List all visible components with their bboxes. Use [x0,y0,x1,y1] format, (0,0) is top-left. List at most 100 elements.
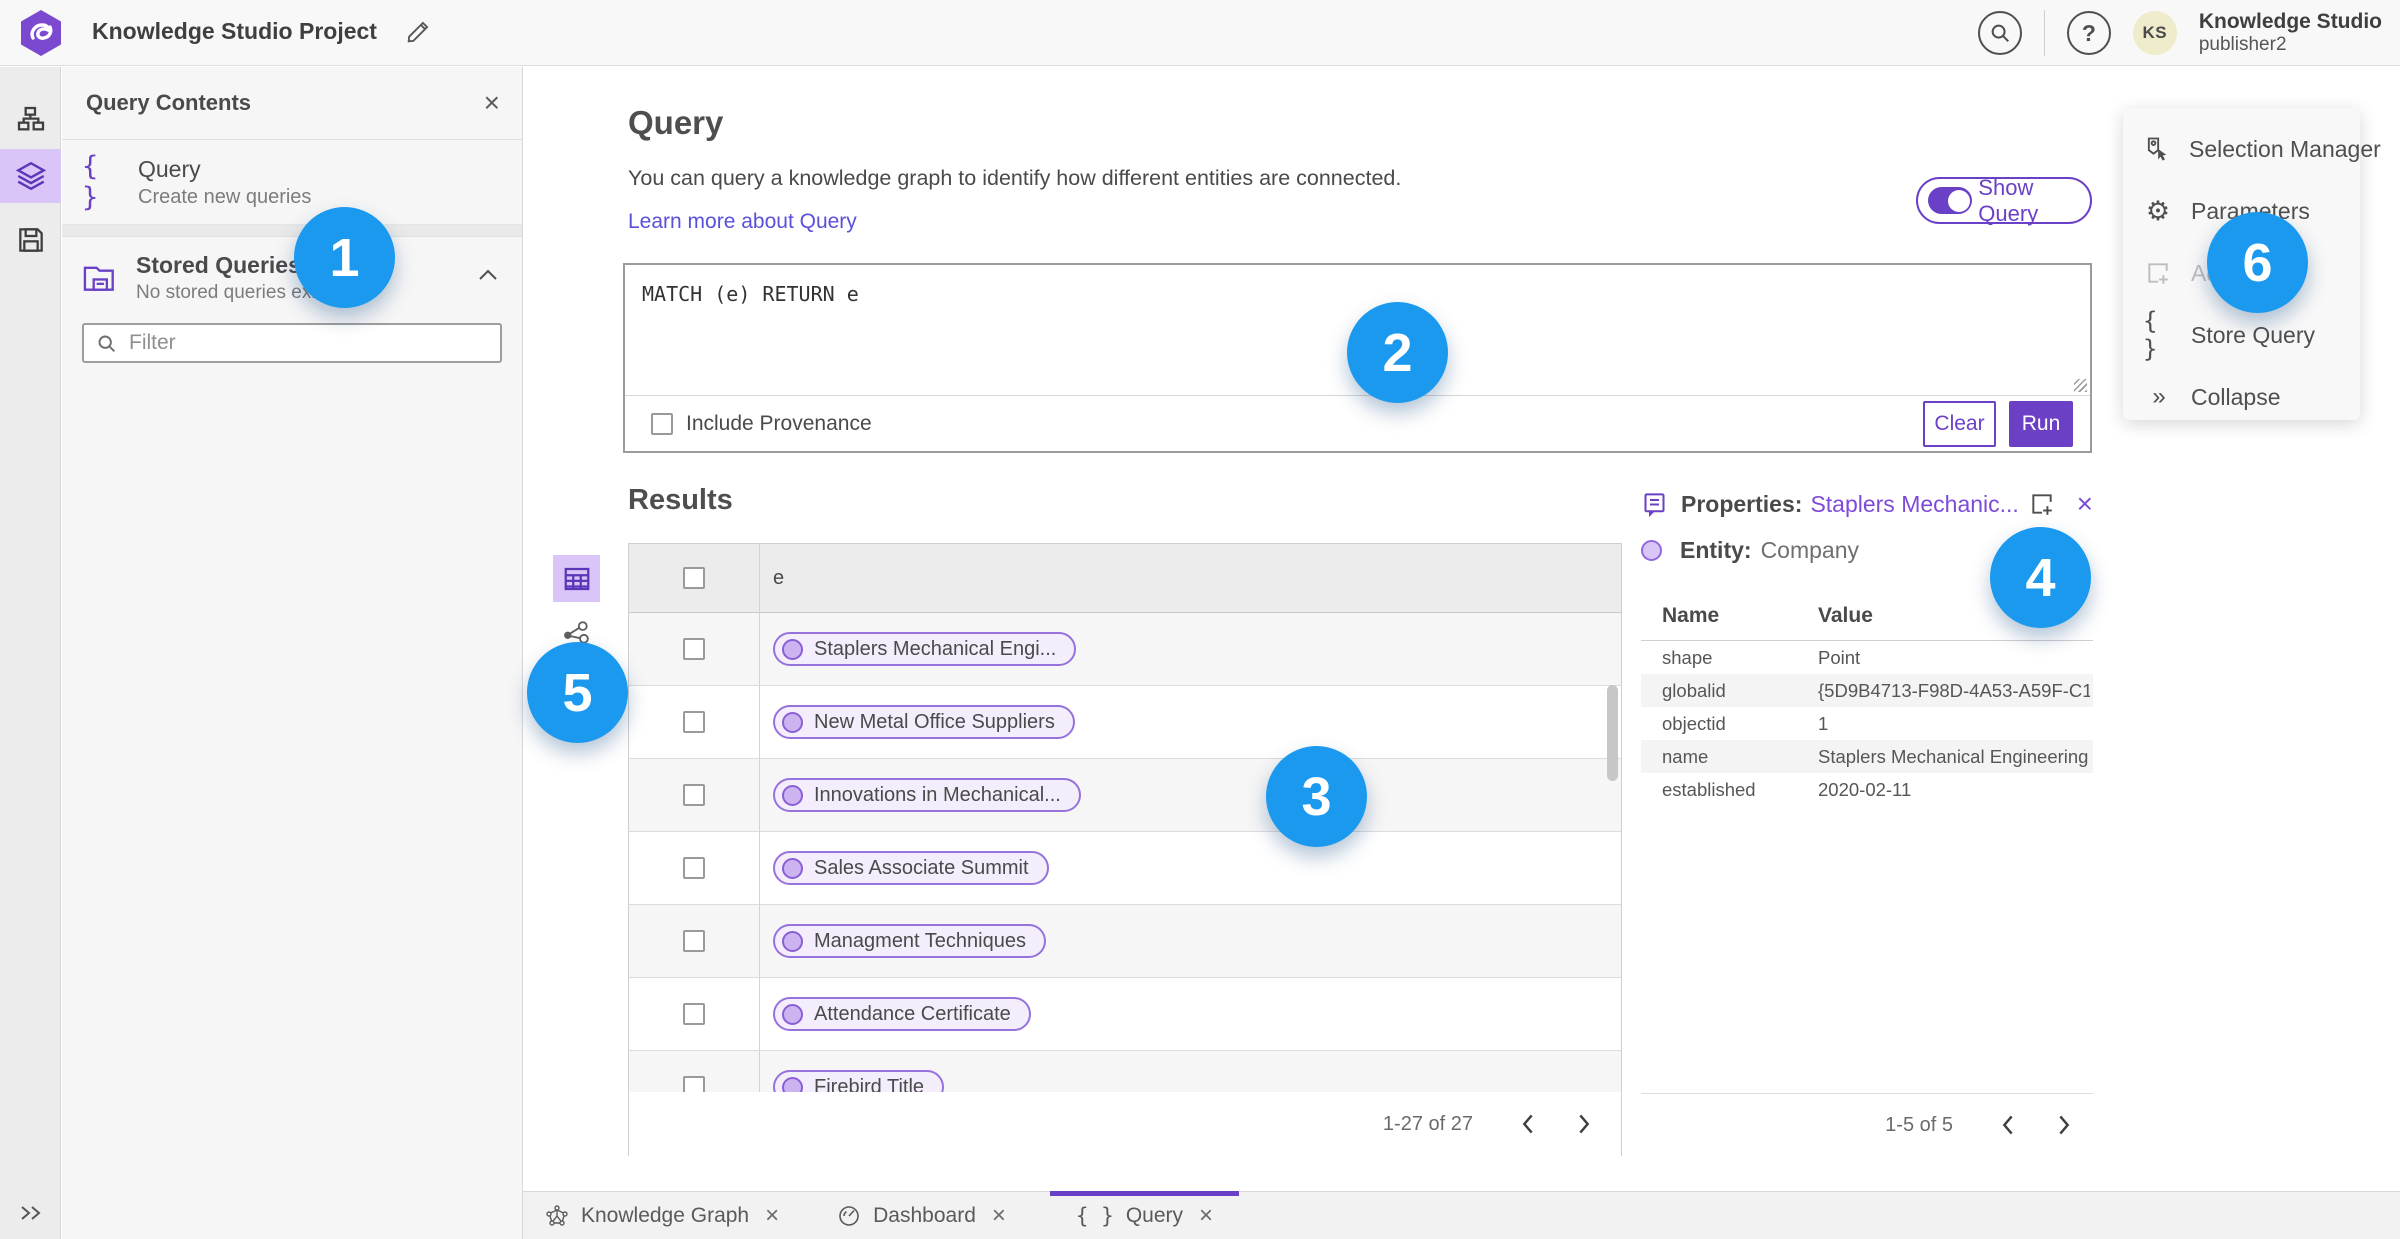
stored-queries-section[interactable]: Stored Queries No stored queries exist [62,237,522,319]
scrollbar-thumb[interactable] [1607,685,1618,781]
tab-query[interactable]: { } Query × [1049,1191,1240,1239]
save-icon[interactable] [0,213,61,267]
column-header-e: e [773,566,785,589]
hierarchy-icon[interactable] [0,93,61,147]
close-properties-icon[interactable]: × [2077,490,2093,518]
table-row[interactable]: Managment Techniques [629,905,1621,978]
properties-page-info: 1-5 of 5 [1885,1113,1953,1136]
resize-handle[interactable] [2074,379,2087,392]
row-checkbox[interactable] [683,711,705,733]
tab-close-icon[interactable]: × [1199,1203,1213,1228]
entity-type-dot-icon [1641,540,1662,561]
include-provenance-checkbox[interactable] [651,412,673,435]
row-checkbox[interactable] [683,930,705,952]
product-name: Knowledge Studio [2198,10,2382,33]
tab-close-icon[interactable]: × [992,1203,1006,1228]
annotation-circle-6: 6 [2207,212,2308,313]
row-checkbox[interactable] [683,638,705,660]
table-row[interactable]: Sales Associate Summit [629,832,1621,905]
entity-pill[interactable]: Sales Associate Summit [773,851,1049,885]
entity-pill[interactable]: Staplers Mechanical Engi... [773,632,1077,666]
project-title: Knowledge Studio Project [92,18,377,44]
top-bar: Knowledge Studio Project ? KS Knowledge … [0,0,2400,66]
include-provenance-label: Include Provenance [686,411,872,435]
left-icon-rail [0,67,61,1239]
run-button[interactable]: Run [2009,400,2073,447]
edit-title-icon[interactable] [404,18,432,46]
row-checkbox[interactable] [683,1076,705,1092]
page-previous-icon[interactable] [1513,1109,1543,1139]
filter-input[interactable] [129,331,488,355]
dashboard-icon [837,1204,861,1228]
results-table-header: e [629,544,1621,613]
close-panel-icon[interactable]: × [484,89,500,117]
property-row: globalid {5D9B4713-F98D-4A53-A59F-C11... [1641,674,2093,707]
avatar[interactable]: KS [2132,11,2177,55]
page-next-icon[interactable] [1569,1109,1599,1139]
entity-pill[interactable]: New Metal Office Suppliers [773,705,1075,739]
annotation-circle-1: 1 [294,207,395,308]
query-item-description: Create new queries [138,185,312,208]
tab-knowledge-graph[interactable]: Knowledge Graph × [531,1192,793,1239]
results-page-info: 1-27 of 27 [1382,1112,1473,1135]
query-controls: Include Provenance Clear Run [625,396,2090,451]
results-scroll-area[interactable]: Staplers Mechanical Engi... New Metal Of… [629,613,1621,1092]
select-all-checkbox[interactable] [683,567,705,589]
parameters-gear-icon: ⚙ [2145,195,2171,227]
selection-manager-icon [2143,135,2171,163]
entity-pill[interactable]: Innovations in Mechanical... [773,778,1081,812]
query-item-label: Query [138,155,201,182]
table-row[interactable]: Staplers Mechanical Engi... [629,613,1621,686]
entity-pill[interactable]: Firebird Title [773,1070,945,1092]
properties-page-next-icon[interactable] [2049,1110,2079,1140]
menu-item-selection-manager[interactable]: Selection Manager [2123,118,2381,180]
menu-item-collapse[interactable]: » Collapse [2123,366,2360,428]
menu-item-store-query[interactable]: { } Store Query [2123,304,2360,366]
toggle-knob [1948,189,1971,212]
table-row[interactable]: Firebird Title [629,1051,1621,1092]
row-checkbox[interactable] [683,784,705,806]
query-contents-header: Query Contents × [62,67,522,140]
user-block[interactable]: Knowledge Studio publisher2 [2199,10,2382,56]
show-query-label: Show Query [1978,174,2039,226]
add-to-new-icon[interactable] [2029,491,2055,517]
query-page-title: Query [628,104,724,141]
properties-icon [1641,491,1668,518]
expand-rail-icon[interactable] [0,1195,61,1231]
entity-pill[interactable]: Attendance Certificate [773,997,1031,1031]
app-logo-icon [18,9,64,57]
entity-dot-icon [782,711,803,733]
show-query-toggle[interactable]: Show Query [1916,174,2092,226]
toggle-track[interactable] [1928,187,1973,214]
property-row: objectid 1 [1662,712,1829,734]
properties-page-previous-icon[interactable] [1993,1110,2023,1140]
tab-close-icon[interactable]: × [765,1203,779,1228]
top-bar-actions: ? KS Knowledge Studio publisher2 [1977,0,2382,66]
layers-icon[interactable] [0,149,61,203]
search-icon[interactable] [1977,11,2022,55]
tab-dashboard[interactable]: Dashboard × [823,1192,1020,1239]
annotation-circle-2: 2 [1347,302,1448,403]
property-row: established 2020-02-11 [1662,778,1912,800]
entity-dot-icon [782,857,803,879]
table-row[interactable]: Innovations in Mechanical... [629,759,1621,832]
entity-pill[interactable]: Managment Techniques [773,924,1046,958]
query-description: You can query a knowledge graph to ident… [628,166,1402,190]
chevron-up-icon[interactable] [476,267,500,283]
entity-label: Entity: [1680,537,1752,563]
property-row: name Staplers Mechanical Engineering [1641,740,2093,773]
learn-more-link[interactable]: Learn more about Query [628,210,857,234]
table-row[interactable]: New Metal Office Suppliers [629,686,1621,759]
table-view-icon[interactable] [553,555,600,602]
filter-input-wrap [82,323,502,363]
help-icon[interactable]: ? [2066,11,2111,55]
filter-search-icon [96,333,117,354]
query-contents-item-query[interactable]: { } Query Create new queries [62,140,522,225]
properties-entity-link[interactable]: Staplers Mechanic... [1810,491,2018,518]
row-checkbox[interactable] [683,1003,705,1025]
user-name: publisher2 [2198,34,2287,56]
row-checkbox[interactable] [683,857,705,879]
panel-gap [62,225,522,237]
table-row[interactable]: Attendance Certificate [629,978,1621,1051]
clear-button[interactable]: Clear [1923,400,1996,447]
